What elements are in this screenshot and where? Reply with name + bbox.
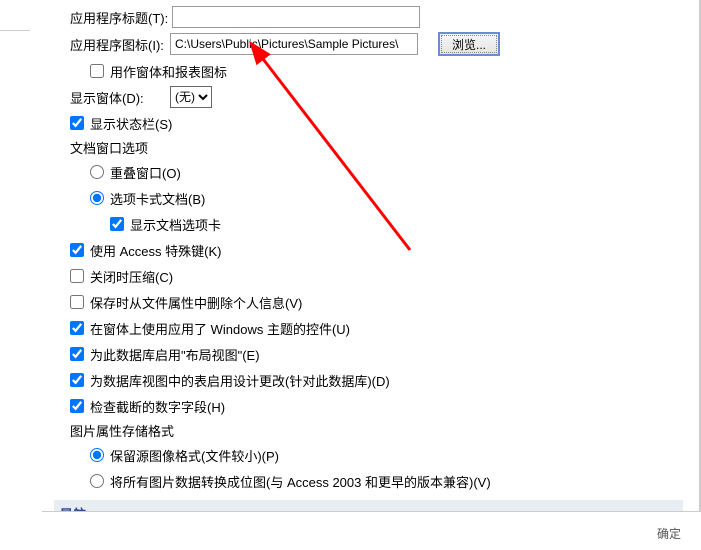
app-title-label: 应用程序标题(T): xyxy=(70,8,168,27)
app-title-input[interactable] xyxy=(172,6,420,28)
access-special-keys-label: 使用 Access 特殊键(K) xyxy=(90,241,221,260)
convert-to-bitmap-label: 将所有图片数据转换成位图(与 Access 2003 和更早的版本兼容)(V) xyxy=(110,472,491,491)
display-form-select[interactable]: (无) xyxy=(170,86,212,108)
preserve-source-format-label: 保留源图像格式(文件较小)(P) xyxy=(110,446,279,465)
remove-personal-info-label: 保存时从文件属性中删除个人信息(V) xyxy=(90,293,302,312)
pic-storage-section-label: 图片属性存储格式 xyxy=(70,421,683,440)
show-statusbar-label: 显示状态栏(S) xyxy=(90,114,172,133)
show-doc-tabs-checkbox[interactable] xyxy=(110,217,124,231)
show-doc-tabs-label: 显示文档选项卡 xyxy=(130,215,221,234)
tabbed-documents-radio[interactable] xyxy=(90,191,104,205)
app-icon-label: 应用程序图标(I): xyxy=(70,35,166,54)
use-form-report-icon-label: 用作窗体和报表图标 xyxy=(110,62,227,81)
doc-window-section-label: 文档窗口选项 xyxy=(70,138,683,157)
convert-to-bitmap-radio[interactable] xyxy=(90,474,104,488)
overlapping-windows-radio[interactable] xyxy=(90,165,104,179)
app-icon-input[interactable] xyxy=(170,33,418,55)
ok-button[interactable]: 确定 xyxy=(657,525,681,542)
remove-personal-info-checkbox[interactable] xyxy=(70,295,84,309)
preserve-source-format-radio[interactable] xyxy=(90,448,104,462)
use-form-report-icon-checkbox[interactable] xyxy=(90,64,104,78)
access-special-keys-checkbox[interactable] xyxy=(70,243,84,257)
tabbed-documents-label: 选项卡式文档(B) xyxy=(110,189,205,208)
compact-on-close-checkbox[interactable] xyxy=(70,269,84,283)
enable-design-changes-label: 为数据库视图中的表启用设计更改(针对此数据库)(D) xyxy=(90,371,390,390)
windows-themed-controls-label: 在窗体上使用应用了 Windows 主题的控件(U) xyxy=(90,319,350,338)
browse-button[interactable]: 浏览... xyxy=(438,32,500,56)
navigation-section-header: 导航 xyxy=(54,500,683,512)
overlapping-windows-label: 重叠窗口(O) xyxy=(110,163,181,182)
compact-on-close-label: 关闭时压缩(C) xyxy=(90,267,173,286)
display-form-label: 显示窗体(D): xyxy=(70,88,166,107)
check-truncated-numbers-checkbox[interactable] xyxy=(70,399,84,413)
show-statusbar-checkbox[interactable] xyxy=(70,116,84,130)
enable-layout-view-label: 为此数据库启用"布局视图"(E) xyxy=(90,345,260,364)
windows-themed-controls-checkbox[interactable] xyxy=(70,321,84,335)
check-truncated-numbers-label: 检查截断的数字字段(H) xyxy=(90,397,225,416)
enable-layout-view-checkbox[interactable] xyxy=(70,347,84,361)
enable-design-changes-checkbox[interactable] xyxy=(70,373,84,387)
